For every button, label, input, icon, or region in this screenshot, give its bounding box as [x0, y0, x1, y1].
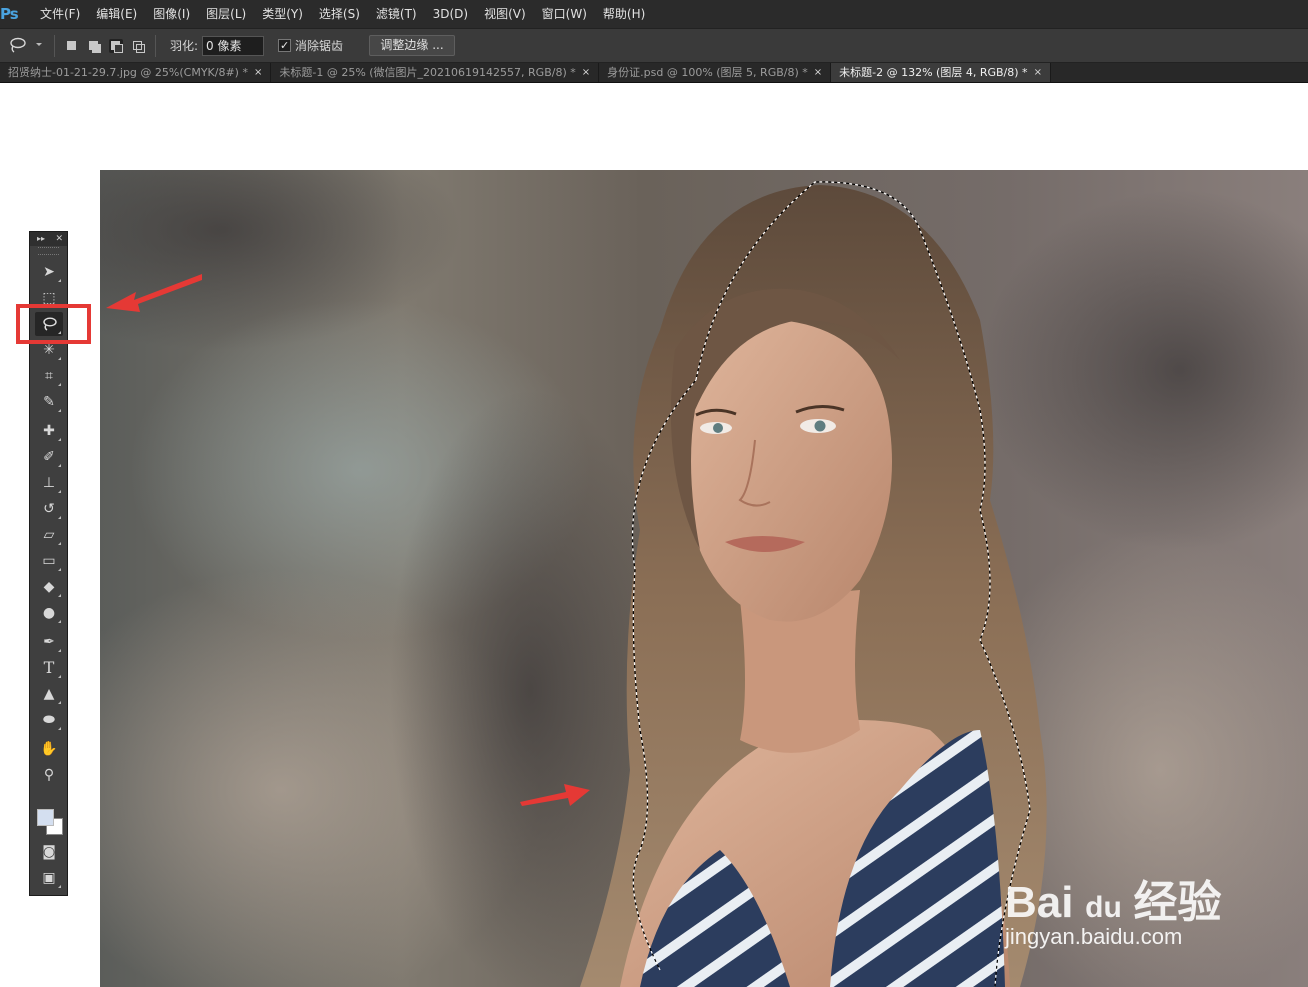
zoom-icon: ⚲	[43, 767, 55, 783]
quick-mask-button[interactable]: ◙	[35, 840, 63, 864]
menu-help[interactable]: 帮助(H)	[595, 0, 653, 28]
eyedropper-icon: ✎	[43, 394, 55, 410]
feather-label: 羽化:	[170, 39, 199, 53]
annotation-arrow-icon	[520, 784, 590, 806]
close-icon[interactable]: ×	[1034, 63, 1042, 83]
gradient-tool[interactable]: ▭	[35, 549, 63, 573]
doc-tab-2[interactable]: 未标题-1 @ 25% (微信图片_20210619142557, RGB/8)…	[271, 63, 600, 83]
brush-icon: ✐	[43, 449, 55, 465]
healing-brush-tool[interactable]: ✚	[35, 419, 63, 443]
pen-icon: ✒	[43, 634, 55, 650]
separator	[155, 34, 156, 57]
menu-select[interactable]: 选择(S)	[311, 0, 368, 28]
annotation-arrow-icon	[106, 274, 202, 312]
tools-panel-header[interactable]: ▸▸ ✕	[30, 232, 67, 246]
doc-tab-label: 招贤纳士-01-21-29.7.jpg @ 25%(CMYK/8#) *	[8, 65, 248, 79]
menu-bar: Ps 文件(F) 编辑(E) 图像(I) 图层(L) 类型(Y) 选择(S) 滤…	[0, 0, 1308, 28]
intersect-selection-icon[interactable]	[131, 39, 145, 53]
lasso-icon	[10, 37, 42, 53]
color-swatches[interactable]	[35, 805, 65, 837]
hand-tool[interactable]: ✋	[35, 737, 63, 761]
dodge-icon: ●	[42, 605, 56, 621]
tool-preset-picker[interactable]	[0, 28, 48, 63]
menu-view[interactable]: 视图(V)	[476, 0, 534, 28]
eraser-icon: ▱	[43, 527, 55, 543]
ps-logo: Ps	[0, 5, 19, 23]
doc-tab-3[interactable]: 身份证.psd @ 100% (图层 5, RGB/8) * ×	[599, 63, 832, 83]
options-bar: 羽化: 0 像素 ✓ 消除锯齿 调整边缘 ...	[0, 28, 1308, 63]
clone-stamp-tool[interactable]: ⊥	[35, 471, 63, 495]
menu-window[interactable]: 窗口(W)	[534, 0, 595, 28]
menu-image[interactable]: 图像(I)	[145, 0, 198, 28]
history-brush-tool[interactable]: ↺	[35, 497, 63, 521]
close-icon[interactable]: ×	[582, 63, 590, 83]
brush-tool[interactable]: ✐	[35, 445, 63, 469]
menu-file[interactable]: 文件(F)	[32, 0, 88, 28]
type-icon: T	[43, 658, 55, 677]
doc-tab-4[interactable]: 未标题-2 @ 132% (图层 4, RGB/8) * ×	[831, 63, 1051, 82]
antialias-label: 消除锯齿	[295, 39, 344, 53]
subtract-from-selection-icon[interactable]	[109, 38, 123, 53]
doc-tab-1[interactable]: 招贤纳士-01-21-29.7.jpg @ 25%(CMYK/8#) * ×	[0, 63, 272, 83]
quick-mask-icon: ◙	[42, 844, 56, 860]
screen-mode-icon: ▣	[42, 870, 56, 886]
close-icon[interactable]: ✕	[55, 232, 63, 246]
baidu-watermark-text: Bai	[1005, 878, 1074, 927]
antialias-checkbox[interactable]: ✓	[278, 39, 292, 52]
feather-input[interactable]: 0 像素	[202, 35, 265, 56]
crop-icon: ⌗	[45, 368, 53, 384]
stamp-icon: ⊥	[42, 475, 56, 491]
move-tool[interactable]: ➤	[35, 260, 63, 284]
screen-mode-button[interactable]: ▣	[35, 866, 63, 890]
photoshop-window: Ps 文件(F) 编辑(E) 图像(I) 图层(L) 类型(Y) 选择(S) 滤…	[0, 0, 1308, 987]
history-brush-icon: ↺	[43, 501, 55, 517]
document-image[interactable]: Bai du 经验 jingyan.baidu.com	[100, 170, 1308, 987]
chevron-down-icon	[36, 43, 42, 46]
type-tool[interactable]: T	[35, 656, 63, 680]
crop-tool[interactable]: ⌗	[35, 364, 63, 388]
baidu-watermark-url: jingyan.baidu.com	[1005, 924, 1183, 949]
bandage-icon: ✚	[43, 423, 55, 439]
dodge-tool[interactable]: ●	[35, 601, 63, 625]
menu-type[interactable]: 类型(Y)	[254, 0, 311, 28]
eraser-tool[interactable]: ▱	[35, 523, 63, 547]
path-selection-tool[interactable]: ▲	[35, 682, 63, 706]
doc-tab-label: 身份证.psd @ 100% (图层 5, RGB/8) *	[607, 65, 808, 79]
collapse-icon[interactable]: ▸▸	[37, 232, 45, 246]
doc-tab-label: 未标题-2 @ 132% (图层 4, RGB/8) *	[839, 65, 1028, 79]
blur-icon: ◆	[43, 579, 55, 595]
blur-tool[interactable]: ◆	[35, 575, 63, 599]
baidu-watermark: Bai du 经验 jingyan.baidu.com	[1005, 860, 1265, 960]
baidu-paw-text: du	[1085, 891, 1122, 924]
new-selection-icon[interactable]	[65, 39, 79, 53]
arrow-icon: ▲	[43, 686, 55, 702]
menu-edit[interactable]: 编辑(E)	[88, 0, 145, 28]
gradient-icon: ▭	[42, 553, 56, 569]
eyedropper-tool[interactable]: ✎	[35, 390, 63, 414]
hand-icon: ✋	[40, 741, 58, 757]
refine-edge-button[interactable]: 调整边缘 ...	[369, 35, 456, 56]
doc-tab-label: 未标题-1 @ 25% (微信图片_20210619142557, RGB/8)…	[279, 65, 576, 79]
ellipse-icon: ⬬	[43, 712, 55, 728]
add-to-selection-icon[interactable]	[87, 39, 101, 53]
separator	[54, 34, 55, 57]
pen-tool[interactable]: ✒	[35, 630, 63, 654]
foreground-color-swatch[interactable]	[37, 809, 54, 826]
menu-layer[interactable]: 图层(L)	[198, 0, 254, 28]
menu-filter[interactable]: 滤镜(T)	[368, 0, 425, 28]
document-tab-bar: 招贤纳士-01-21-29.7.jpg @ 25%(CMYK/8#) * × 未…	[0, 63, 1308, 83]
ellipse-tool[interactable]: ⬬	[35, 708, 63, 732]
close-icon[interactable]: ×	[814, 63, 822, 83]
zoom-tool[interactable]: ⚲	[35, 763, 63, 787]
canvas-area[interactable]: Bai du 经验 jingyan.baidu.com	[0, 83, 1308, 987]
panel-grip[interactable]	[38, 247, 59, 255]
menu-3d[interactable]: 3D(D)	[425, 0, 476, 28]
magic-wand-icon: ✳	[43, 342, 55, 358]
move-icon: ➤	[43, 264, 55, 280]
close-icon[interactable]: ×	[254, 63, 262, 83]
annotation-highlight-box	[16, 304, 91, 344]
baidu-jingyan-text: 经验	[1133, 878, 1222, 927]
